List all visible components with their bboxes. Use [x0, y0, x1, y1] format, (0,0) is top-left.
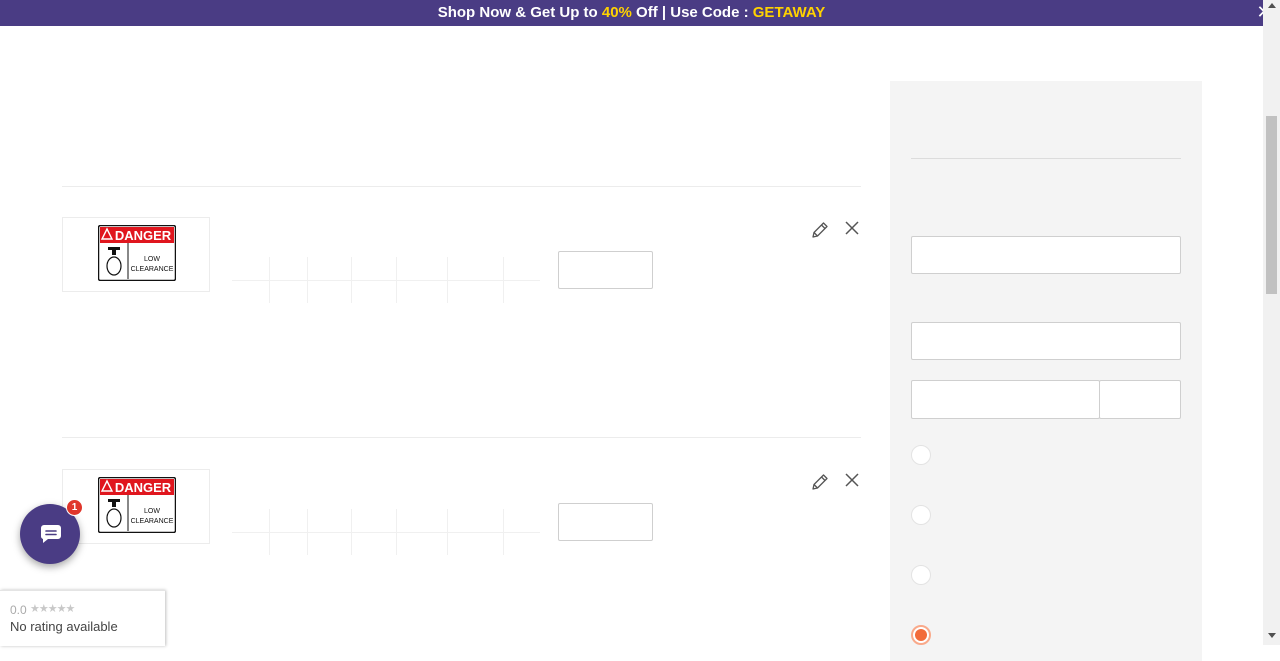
- product-thumbnail[interactable]: DANGER LOW CLEARANCE: [62, 217, 210, 292]
- rating-score: 0.0: [10, 603, 27, 617]
- sign-line-1: LOW: [144, 508, 160, 515]
- summary-divider: [911, 158, 1181, 159]
- sign-header: DANGER: [115, 480, 172, 495]
- shipping-option-radio[interactable]: [911, 565, 931, 585]
- sign-line-2: CLEARANCE: [131, 266, 174, 273]
- promo-text-2: Off | Use Code :: [631, 4, 753, 21]
- quantity-input[interactable]: [558, 251, 653, 289]
- chat-notification-badge: 1: [66, 499, 83, 516]
- promo-discount: 40%: [601, 4, 632, 21]
- cart-item: DANGER LOW CLEARANCE: [62, 469, 861, 599]
- danger-sign-image: DANGER LOW CLEARANCE: [98, 225, 176, 281]
- pencil-icon[interactable]: [810, 472, 830, 492]
- rating-label: No rating available: [10, 619, 118, 634]
- shipping-option-radio[interactable]: [911, 445, 931, 465]
- close-icon[interactable]: [844, 220, 860, 236]
- summary-field-2[interactable]: [911, 322, 1181, 360]
- rating-stars-icon: ★★★★★: [30, 602, 75, 615]
- promo-banner: Shop Now & Get Up to 40% Off | Use Code …: [0, 0, 1263, 26]
- chat-icon: [40, 525, 61, 543]
- price-placeholder: [232, 257, 540, 303]
- close-icon[interactable]: [844, 472, 860, 488]
- page-scrollbar[interactable]: [1263, 0, 1280, 645]
- cart-divider: [62, 437, 861, 438]
- scroll-up-arrow-icon[interactable]: [1268, 3, 1276, 8]
- shipping-option-radio-selected[interactable]: [911, 625, 931, 645]
- danger-sign-image: DANGER LOW CLEARANCE: [98, 477, 176, 533]
- scrollbar-thumb[interactable]: [1266, 116, 1277, 294]
- quantity-input[interactable]: [558, 503, 653, 541]
- rating-widget[interactable]: 0.0 ★★★★★ No rating available: [0, 590, 165, 646]
- product-thumbnail[interactable]: DANGER LOW CLEARANCE: [62, 469, 210, 544]
- summary-field-4[interactable]: [1099, 380, 1181, 419]
- sign-line-1: LOW: [144, 256, 160, 263]
- shipping-option-radio[interactable]: [911, 505, 931, 525]
- summary-field-1[interactable]: [911, 236, 1181, 274]
- cart-item: DANGER LOW CLEARANCE: [62, 217, 861, 347]
- order-summary-panel: [890, 81, 1202, 661]
- cart-divider: [62, 186, 861, 187]
- pencil-icon[interactable]: [810, 220, 830, 240]
- sign-line-2: CLEARANCE: [131, 518, 174, 525]
- promo-code: GETAWAY: [752, 4, 826, 21]
- price-placeholder: [232, 509, 540, 555]
- sign-header: DANGER: [115, 228, 172, 243]
- promo-text-1: Shop Now & Get Up to: [437, 4, 602, 21]
- summary-field-3[interactable]: [911, 380, 1100, 419]
- scroll-down-arrow-icon[interactable]: [1268, 633, 1276, 638]
